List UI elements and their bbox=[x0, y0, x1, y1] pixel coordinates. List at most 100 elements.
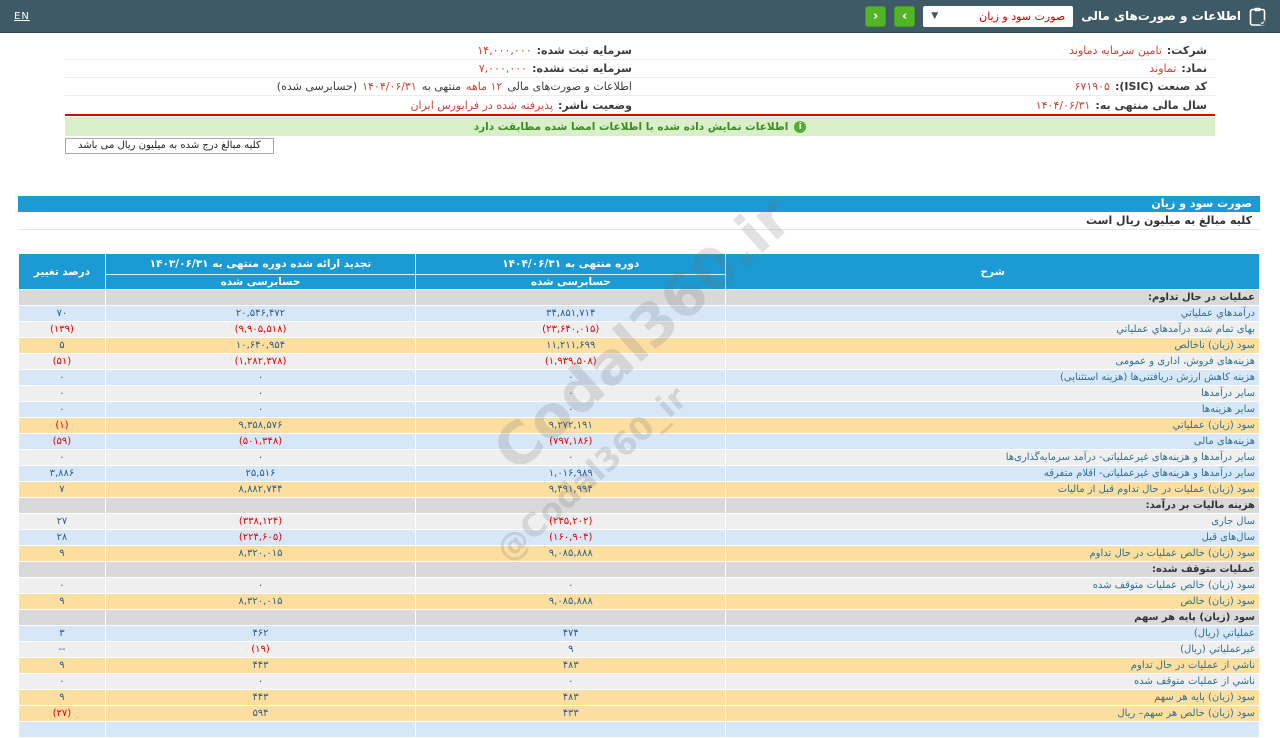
row-restated-value-cell: ۵۹۴ bbox=[104, 705, 417, 722]
row-label-cell: سود (زیان) پایه هر سهم bbox=[725, 689, 1260, 706]
row-change-percent-cell: ۲۸ bbox=[18, 529, 106, 546]
table-row: سال‌های قبل (۱۶۰,۹۰۴) (۲۲۴,۶۰۵) ۲۸ bbox=[18, 529, 1260, 546]
row-label-cell: درآمدهاي عملياتي bbox=[725, 305, 1260, 322]
row-label-cell: هزینه‌های مالی bbox=[725, 433, 1260, 450]
row-current-value-cell bbox=[415, 289, 727, 306]
row-restated-value-cell: ۸,۳۲۰,۰۱۵ bbox=[104, 593, 417, 610]
row-change-percent-cell: ۰ bbox=[18, 577, 106, 594]
row-label-cell: سال‌های قبل bbox=[725, 529, 1260, 546]
row-current-value-cell: ۰ bbox=[415, 673, 727, 690]
row-current-value-cell: ۴۷۴ bbox=[415, 625, 727, 642]
table-row: سایر درآمدها و هزینه‌های غیرعملیاتی- اقل… bbox=[18, 465, 1260, 482]
row-change-percent-cell: (۵۹) bbox=[18, 433, 106, 450]
row-change-percent-cell: ۲۷ bbox=[18, 513, 106, 530]
table-row: هزینه‌های فروش، اداری و عمومی (۱,۹۳۹,۵۰۸)… bbox=[18, 353, 1260, 370]
row-label-cell: بهای تمام شده درآمدهاي عملياتي bbox=[725, 321, 1260, 338]
row-restated-value-cell: ۰ bbox=[104, 401, 417, 418]
row-label-cell: سود (زیان) عملیات در حال تداوم قبل از ما… bbox=[725, 481, 1260, 498]
signature-match-notice: i اطلاعات نمایش داده شده با اطلاعات امضا… bbox=[65, 117, 1215, 136]
table-row: هزینه کاهش ارزش دریافتنی‌ها (هزینه استثن… bbox=[18, 369, 1260, 386]
language-switch-link[interactable]: EN bbox=[14, 11, 30, 22]
row-restated-value-cell bbox=[104, 721, 417, 738]
row-restated-value-cell: ۱۰,۶۴۰,۹۵۴ bbox=[104, 337, 417, 354]
chevron-down-icon: ▼ bbox=[931, 11, 939, 21]
table-row: ناشي از عملیات متوقف شده ۰ ۰ ۰ bbox=[18, 673, 1260, 690]
row-label-cell: عملیات در حال تداوم: bbox=[725, 289, 1260, 306]
nav-prev-button[interactable]: ‹ bbox=[865, 5, 887, 27]
row-change-percent-cell bbox=[18, 561, 106, 578]
company-info-panel: شرکت: تامین سرمایه دماوند سرمایه ثبت شده… bbox=[65, 42, 1215, 116]
notice-text: اطلاعات نمایش داده شده با اطلاعات امضا ش… bbox=[473, 120, 789, 133]
registered-capital-label: سرمایه ثبت شده: bbox=[536, 44, 632, 57]
header-row-main: شرح دوره منتهی به ۱۴۰۴/۰۶/۳۱ تجدید ارائه… bbox=[18, 253, 1260, 290]
row-change-percent-cell: ۹ bbox=[18, 545, 106, 562]
col-subheader-audited-current: حسابرسی شده bbox=[415, 274, 727, 290]
row-label-cell: سایر درآمدها bbox=[725, 385, 1260, 402]
row-change-percent-cell: ۹ bbox=[18, 593, 106, 610]
row-restated-value-cell: ۴۴۳ bbox=[104, 657, 417, 674]
table-row: عملیاتي (ریال) ۴۷۴ ۴۶۲ ۳ bbox=[18, 625, 1260, 642]
period-audited: (حسابرسی شده) bbox=[276, 80, 358, 93]
row-change-percent-cell: ۳,۸۸۶ bbox=[18, 465, 106, 482]
table-row: سود (زیان) خالص ۹,۰۸۵,۸۸۸ ۸,۳۲۰,۰۱۵ ۹ bbox=[18, 593, 1260, 610]
row-change-percent-cell bbox=[18, 721, 106, 738]
table-row: سایر درآمدها ۰ ۰ ۰ bbox=[18, 385, 1260, 402]
fiscal-year-label: سال مالی منتهی به: bbox=[1095, 98, 1207, 112]
table-row: سود (زیان) پایه هر سهم ۴۸۳ ۴۴۳ ۹ bbox=[18, 689, 1260, 706]
row-current-value-cell: ۰ bbox=[415, 449, 727, 466]
row-restated-value-cell: (۱۹) bbox=[104, 641, 417, 658]
row-current-value-cell: (۱۶۰,۹۰۴) bbox=[415, 529, 727, 546]
symbol-field: نماد: تماوند bbox=[640, 62, 1215, 75]
row-current-value-cell: ۴۸۳ bbox=[415, 689, 727, 706]
row-label-cell: سایر درآمدها و هزینه‌های غیرعملیاتی- درآ… bbox=[725, 449, 1260, 466]
table-row: سود (زیان) خالص عملیات در حال تداوم ۹,۰۸۵… bbox=[18, 545, 1260, 562]
row-restated-value-cell: ۰ bbox=[104, 449, 417, 466]
row-restated-value-cell: ۰ bbox=[104, 673, 417, 690]
page-title: اطلاعات و صورت‌های مالی bbox=[1081, 9, 1241, 23]
unregistered-capital-field: سرمایه ثبت نشده: ۷,۰۰۰,۰۰۰ bbox=[65, 62, 640, 75]
row-label-cell: سود (زیان) خالص عملیات در حال تداوم bbox=[725, 545, 1260, 562]
row-restated-value-cell bbox=[104, 497, 417, 514]
row-restated-value-cell: (۹,۹۰۵,۵۱۸) bbox=[104, 321, 417, 338]
row-change-percent-cell bbox=[18, 497, 106, 514]
row-current-value-cell: ۹,۴۹۱,۹۹۴ bbox=[415, 481, 727, 498]
table-row: هزینه مالیات بر درآمد: bbox=[18, 497, 1260, 514]
table-row: ناشي از عملیات در حال تداوم ۴۸۳ ۴۴۳ ۹ bbox=[18, 657, 1260, 674]
clipboard-icon bbox=[1249, 7, 1266, 26]
table-row: سود (زیان) خالص عملیات متوقف شده ۰ ۰ ۰ bbox=[18, 577, 1260, 594]
unregistered-capital-value: ۷,۰۰۰,۰۰۰ bbox=[478, 62, 528, 75]
table-row: سود (زیان) ناخالص ۱۱,۲۱۱,۶۹۹ ۱۰,۶۴۰,۹۵۴ ۵ bbox=[18, 337, 1260, 354]
row-current-value-cell: ۱۱,۲۱۱,۶۹۹ bbox=[415, 337, 727, 354]
row-change-percent-cell: ۹ bbox=[18, 689, 106, 706]
row-restated-value-cell: ۲۰,۵۴۶,۴۷۲ bbox=[104, 305, 417, 322]
info-row: شرکت: تامین سرمایه دماوند سرمایه ثبت شده… bbox=[65, 42, 1215, 60]
row-label-cell: سود (زیان) خالص عملیات متوقف شده bbox=[725, 577, 1260, 594]
page: { "topbar": { "en_label": "EN", "title":… bbox=[0, 0, 1280, 738]
row-restated-value-cell: ۸,۸۸۲,۷۴۴ bbox=[104, 481, 417, 498]
row-label-cell: هزینه کاهش ارزش دریافتنی‌ها (هزینه استثن… bbox=[725, 369, 1260, 386]
statement-title-bar: صورت سود و زیان bbox=[18, 196, 1260, 212]
row-change-percent-cell: ۰ bbox=[18, 401, 106, 418]
row-label-cell: ناشي از عملیات متوقف شده bbox=[725, 673, 1260, 690]
period-months: ۱۲ ماهه bbox=[466, 80, 503, 93]
info-row: نماد: تماوند سرمایه ثبت نشده: ۷,۰۰۰,۰۰۰ bbox=[65, 60, 1215, 78]
row-label-cell: غیرعملیاتي (ریال) bbox=[725, 641, 1260, 658]
issuer-status-value: پذیرفته شده در فرابورس ایران bbox=[410, 98, 554, 112]
row-change-percent-cell: (۲۷) bbox=[18, 705, 106, 722]
row-change-percent-cell: (۱۳۹) bbox=[18, 321, 106, 338]
isic-label: کد صنعت (ISIC): bbox=[1114, 80, 1207, 93]
row-restated-value-cell: ۰ bbox=[104, 369, 417, 386]
row-label-cell: سود (زیان) ناخالص bbox=[725, 337, 1260, 354]
table-row: عملیات متوقف شده: bbox=[18, 561, 1260, 578]
info-icon: i bbox=[794, 120, 807, 133]
table-row: سایر هزینه‌ها ۰ ۰ ۰ bbox=[18, 401, 1260, 418]
row-change-percent-cell: -- bbox=[18, 641, 106, 658]
statement-type-dropdown[interactable]: صورت سود و زیان ▼ bbox=[923, 5, 1074, 27]
isic-value: ۶۷۱۹۰۵ bbox=[1074, 80, 1110, 93]
row-change-percent-cell: ۷ bbox=[18, 481, 106, 498]
row-label-cell: هزینه‌های فروش، اداری و عمومی bbox=[725, 353, 1260, 370]
row-change-percent-cell: ۰ bbox=[18, 369, 106, 386]
table-row: درآمدهاي عملياتي ۳۴,۸۵۱,۷۱۴ ۲۰,۵۴۶,۴۷۲ ۷۰ bbox=[18, 305, 1260, 322]
table-row: سال جاری (۲۴۵,۲۰۲) (۳۳۸,۱۲۴) ۲۷ bbox=[18, 513, 1260, 530]
nav-next-button[interactable]: › bbox=[894, 5, 916, 27]
